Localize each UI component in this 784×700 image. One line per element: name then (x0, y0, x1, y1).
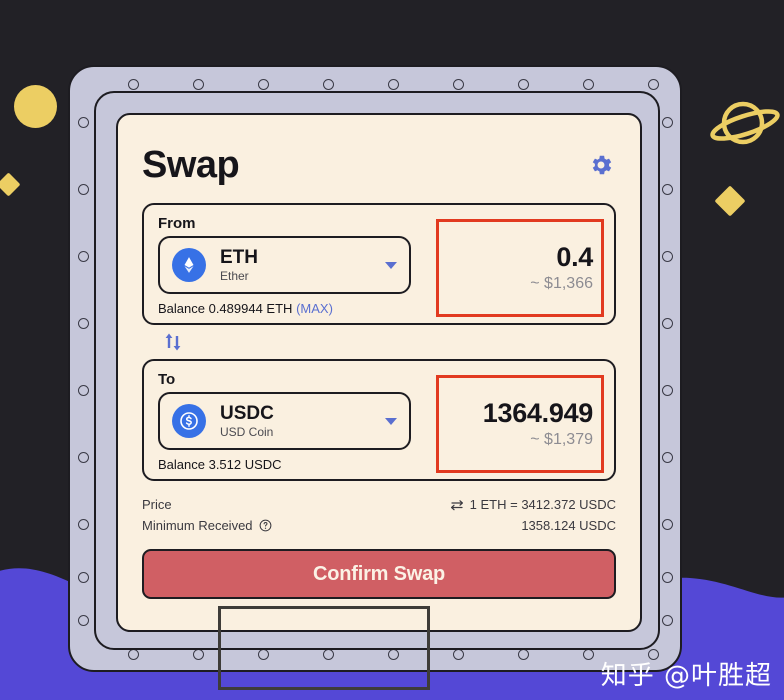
ethereum-icon (172, 248, 206, 282)
from-balance-text: Balance 0.489944 ETH (158, 301, 293, 316)
saturn-planet-decoration (710, 101, 780, 145)
to-token-symbol: USDC (220, 402, 274, 424)
swap-direction-row (142, 325, 616, 359)
to-token-fullname: USD Coin (220, 424, 274, 439)
from-token-fullname: Ether (220, 268, 249, 283)
price-value: 1 ETH = 3412.372 USDC (469, 497, 616, 512)
chevron-down-icon (385, 261, 397, 269)
rivet (128, 649, 139, 660)
rivet (662, 385, 673, 396)
usdc-icon (172, 404, 206, 438)
settings-gear-button[interactable] (586, 150, 616, 180)
from-max-link[interactable]: (MAX) (296, 301, 333, 316)
rivet (453, 79, 464, 90)
to-balance-text: Balance 3.512 USDC (158, 457, 282, 472)
yellow-circle-decoration (14, 85, 57, 128)
from-token-symbol: ETH (220, 246, 258, 268)
rivet (78, 519, 89, 530)
rivet (78, 615, 89, 626)
page-title: Swap (142, 143, 240, 186)
from-amount-input[interactable]: 0.4 (556, 242, 593, 273)
rivet (258, 649, 269, 660)
rivet (662, 572, 673, 583)
price-value-group: 1 ETH = 3412.372 USDC (450, 497, 616, 512)
confirm-swap-button[interactable]: Confirm Swap (142, 549, 616, 599)
minimum-received-row: Minimum Received 1358.124 USDC (142, 515, 616, 536)
usdc-glyph-icon (180, 412, 198, 430)
rivet (258, 79, 269, 90)
rivet (648, 79, 659, 90)
swap-card: Swap From ETH Ether Balance 0.489944 ETH… (116, 113, 642, 632)
from-amount-usd: ~ $1,366 (530, 275, 593, 293)
from-panel: From ETH Ether Balance 0.489944 ETH (MAX… (142, 203, 616, 325)
minimum-value-group: 1358.124 USDC (521, 518, 616, 533)
rivet (662, 318, 673, 329)
rivet (583, 79, 594, 90)
price-row: Price 1 ETH = 3412.372 USDC (142, 494, 616, 515)
inner-bezel: Swap From ETH Ether Balance 0.489944 ETH… (94, 91, 660, 650)
yellow-diamond-left-decoration (0, 172, 21, 197)
rivet (662, 251, 673, 262)
minimum-received-value: 1358.124 USDC (521, 518, 616, 533)
chevron-down-icon (385, 417, 397, 425)
to-amount-input[interactable]: 1364.949 (483, 398, 594, 429)
rivet (518, 649, 529, 660)
minimum-received-label: Minimum Received (142, 518, 253, 533)
rivet (323, 79, 334, 90)
rivet (388, 649, 399, 660)
rivet (78, 318, 89, 329)
rivet (453, 649, 464, 660)
exchange-arrows-icon[interactable] (450, 499, 464, 511)
rivet (78, 184, 89, 195)
rivet (388, 79, 399, 90)
rivet (583, 649, 594, 660)
from-amount-highlight: 0.4 ~ $1,366 (436, 219, 604, 317)
rivet (78, 117, 89, 128)
to-amount-usd: ~ $1,379 (530, 431, 593, 449)
rivet (78, 251, 89, 262)
rivet (78, 452, 89, 463)
to-amount-highlight: 1364.949 ~ $1,379 (436, 375, 604, 473)
yellow-diamond-right-decoration (714, 185, 746, 217)
device-frame: Swap From ETH Ether Balance 0.489944 ETH… (68, 65, 682, 690)
card-header: Swap (142, 137, 616, 193)
rivet (78, 385, 89, 396)
from-token-select[interactable]: ETH Ether (158, 236, 411, 294)
watermark: 知乎 @叶胜超 (600, 661, 772, 691)
ethereum-glyph-icon (184, 257, 194, 273)
confirm-swap-label: Confirm Swap (312, 562, 446, 585)
rivet (662, 452, 673, 463)
info-circle-icon[interactable] (259, 519, 272, 532)
gear-icon (592, 155, 612, 175)
rivet (662, 519, 673, 530)
rivet (78, 572, 89, 583)
from-token-names: ETH Ether (220, 246, 385, 283)
price-label: Price (142, 497, 172, 512)
swap-direction-icon[interactable] (162, 330, 184, 354)
rivet (662, 615, 673, 626)
rivet (193, 79, 204, 90)
to-token-names: USDC USD Coin (220, 402, 385, 439)
rivet (323, 649, 334, 660)
price-label-group: Price (142, 497, 172, 512)
minimum-label-group: Minimum Received (142, 518, 272, 533)
info-rows: Price 1 ETH = 3412.372 USDC Minimum Rece… (142, 494, 616, 536)
rivet (662, 184, 673, 195)
rivet (662, 117, 673, 128)
rivet (128, 79, 139, 90)
rivet (193, 649, 204, 660)
to-token-select[interactable]: USDC USD Coin (158, 392, 411, 450)
to-panel: To USDC USD Coin Balance 3.512 USDC 1364… (142, 359, 616, 481)
rivet (518, 79, 529, 90)
